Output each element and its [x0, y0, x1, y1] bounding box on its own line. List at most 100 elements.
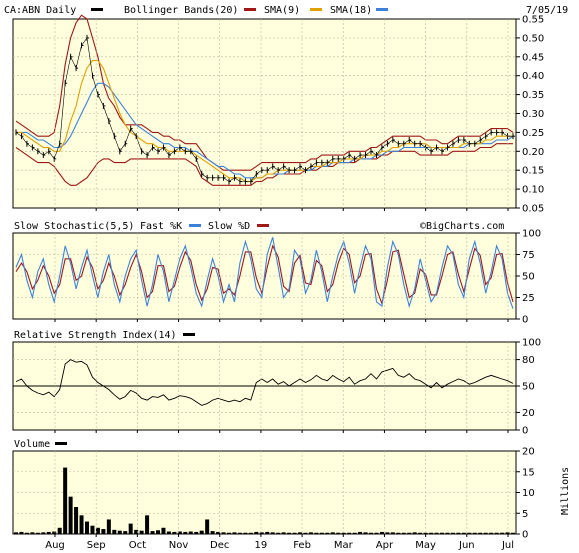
volume-bar	[407, 532, 412, 534]
stochastic-tick-label: 75	[522, 250, 535, 261]
price-tick-label: 0.45	[522, 52, 544, 63]
volume-bar	[128, 523, 133, 534]
volume-bar	[188, 531, 193, 534]
volume-bar	[199, 530, 204, 534]
x-axis-label: Apr	[376, 540, 394, 551]
volume-axis-ticks: 20 15 10 5 0	[516, 447, 535, 541]
volume-bar	[478, 532, 483, 534]
volume-bar	[276, 532, 281, 534]
x-axis-label: Dec	[210, 540, 229, 551]
volume-bar	[123, 531, 128, 534]
price-tick-label: 0.10	[522, 185, 544, 196]
volume-bar	[68, 496, 73, 534]
volume-bar	[489, 532, 494, 534]
volume-bar	[46, 531, 51, 534]
volume-bar	[379, 531, 384, 534]
fast-k-label: Fast %K	[140, 221, 182, 232]
volume-bar	[336, 532, 341, 534]
volume-bar	[166, 531, 171, 534]
sma18-label: SMA(18)	[330, 5, 372, 16]
volume-bar	[483, 532, 488, 534]
volume-bar	[456, 532, 461, 534]
bigcharts-watermark: ©BigCharts.com	[420, 221, 504, 232]
volume-bar	[79, 515, 84, 534]
volume-bar	[298, 532, 302, 534]
volume-bar	[461, 532, 466, 534]
rsi-swatch	[183, 333, 195, 336]
x-axis-label: Mar	[334, 540, 354, 551]
volume-label: Volume	[14, 439, 50, 450]
price-tick-label: 0.50	[522, 33, 544, 44]
volume-bar	[139, 530, 144, 534]
volume-bar	[440, 532, 444, 534]
volume-bar	[112, 529, 117, 534]
price-tick-label: 0.05	[522, 204, 544, 215]
sma9-label: SMA(9)	[264, 5, 300, 16]
volume-panel: Volume 20 15 10 5 0 Millions	[12, 439, 571, 541]
stochastic-tick-label: 100	[522, 229, 541, 240]
volume-bar	[221, 532, 226, 534]
sma9-legend-swatch	[310, 8, 322, 11]
slow-d-label: Slow %D	[208, 221, 250, 232]
x-axis-label: Feb	[293, 540, 311, 551]
volume-bar	[308, 532, 313, 534]
stochastic-panel: Slow Stochastic(5,5) Fast %K Slow %D ©Bi…	[12, 221, 541, 326]
stochastic-tick-label: 25	[522, 293, 535, 304]
bollinger-legend-swatch	[244, 8, 256, 11]
price-legend-swatch	[91, 8, 103, 11]
volume-bar	[63, 467, 68, 534]
symbol-label: CA:ABN Daily	[4, 5, 76, 16]
price-tick-label: 0.35	[522, 90, 544, 101]
volume-bar	[161, 527, 166, 534]
x-axis-label: Aug	[45, 540, 65, 551]
rsi-label: Relative Strength Index(14)	[14, 330, 177, 341]
volume-bar	[14, 532, 18, 534]
fast-k-swatch	[189, 224, 201, 227]
bigcharts-stock-chart: 0.55 0.50 0.45 0.40 0.35 0.30 0.25 0.20 0.15 0.10…	[4, 5, 571, 551]
volume-bar	[292, 532, 297, 534]
rsi-panel: Relative Strength Index(14) 100 80 50 20 0	[12, 330, 541, 437]
x-axis-label: 19	[255, 540, 268, 551]
volume-bar	[347, 532, 352, 534]
volume-bar	[494, 532, 499, 534]
volume-bar	[243, 532, 248, 534]
volume-bar	[287, 532, 292, 534]
volume-swatch	[55, 442, 67, 445]
volume-bar	[205, 519, 210, 534]
price-tick-label: 0.40	[522, 71, 544, 82]
volume-bar	[172, 531, 177, 534]
volume-bar	[52, 531, 57, 534]
volume-bar	[85, 521, 89, 534]
volume-bar	[74, 507, 79, 534]
price-tick-label: 0.55	[522, 15, 544, 26]
slow-d-swatch	[257, 224, 269, 227]
volume-bar	[434, 532, 439, 534]
volume-bar	[303, 532, 308, 534]
volume-tick-label: 0	[522, 530, 528, 541]
volume-bar	[450, 532, 455, 534]
x-axis-label: Jul	[501, 540, 514, 551]
volume-bar	[248, 532, 253, 534]
x-axis-label: Nov	[169, 540, 189, 551]
volume-bar	[314, 532, 319, 534]
volume-bar	[401, 532, 406, 534]
volume-bar	[418, 532, 423, 534]
stochastic-axis-ticks: 100 75 50 25 0	[516, 229, 541, 326]
volume-tick-label: 15	[522, 467, 535, 478]
price-tick-label: 0.20	[522, 147, 544, 158]
volume-bar	[374, 532, 379, 534]
volume-bar	[259, 532, 264, 534]
volume-bar	[511, 532, 515, 534]
volume-bar	[194, 531, 199, 534]
volume-bar	[150, 531, 155, 534]
rsi-tick-label: 0	[522, 426, 528, 437]
volume-bar	[412, 532, 417, 534]
price-tick-label: 0.25	[522, 128, 544, 139]
volume-bar	[24, 532, 29, 534]
volume-tick-label: 5	[522, 509, 528, 520]
volume-bar	[270, 532, 275, 534]
volume-bar	[254, 531, 259, 534]
volume-bar	[57, 527, 62, 534]
x-axis-label: Jun	[458, 540, 475, 551]
volume-bar	[472, 532, 477, 534]
